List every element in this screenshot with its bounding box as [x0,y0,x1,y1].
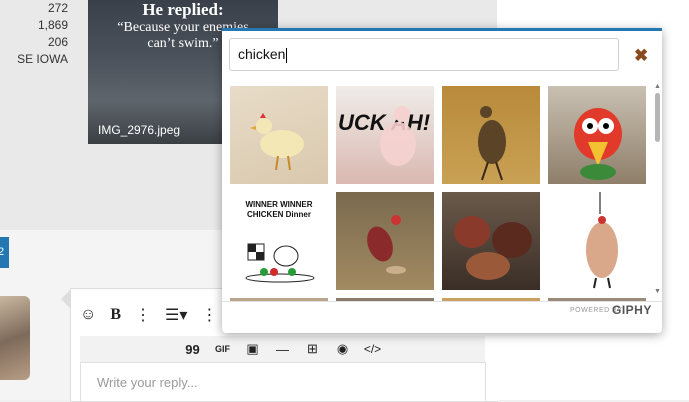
chicken-flock [454,216,532,280]
user-stats: 272 1,869 206 SE IOWA [0,0,68,68]
chicken-figure [574,108,622,180]
list-icon[interactable]: ☰▾ [165,305,187,325]
chicken-figure [250,113,304,171]
editor-toolbar: ☺ B ⋮ ☰▾ ⋮ [80,301,217,329]
stat-value: 1,869 [37,18,68,32]
editor-insert-toolbar: 99 GIF ▣ — ⊞ ◉ </> [80,336,485,362]
more-options-icon[interactable]: ⋮ [201,305,217,325]
scroll-up-icon[interactable]: ▲ [654,83,661,90]
image-filename: IMG_2976.jpeg [98,123,181,137]
code-icon[interactable]: </> [364,342,382,356]
reply-placeholder: Write your reply... [97,375,198,390]
image-caption-line: He replied: [142,0,224,19]
stat-value: 206 [47,35,68,49]
quote-icon[interactable]: 99 [184,342,202,357]
gif-icon[interactable]: GIF [214,344,232,354]
horizontal-line-icon[interactable]: — [274,342,292,357]
gif-search-input[interactable]: chicken [229,38,619,71]
gif-thumbnail[interactable] [548,192,646,290]
stat-value: 272 [47,1,68,15]
emoji-icon[interactable]: ☺ [80,306,96,324]
gif-thumbnail[interactable] [230,86,328,184]
spoiler-icon[interactable]: ◉ [334,341,352,357]
more-options-icon[interactable]: ⋮ [135,305,151,325]
chicken-dinner-drawing [245,243,315,283]
gif-thumbnail[interactable]: UCK AH! [336,86,434,184]
table-icon[interactable]: ⊞ [304,341,322,357]
gif-search-value: chicken [238,46,286,62]
image-icon[interactable]: ▣ [244,341,262,357]
close-icon[interactable]: ✖ [634,46,648,66]
text-cursor [286,47,288,63]
gif-thumbnail[interactable] [442,86,540,184]
gif-thumbnail[interactable] [336,192,434,290]
chicken-figure [380,106,416,166]
bold-icon[interactable]: B [110,306,121,324]
giphy-logo: GIPHY [612,303,652,317]
chicken-figure [367,215,406,274]
page-button[interactable]: 2 [0,237,9,268]
chicken-figure [586,192,618,289]
scroll-down-icon[interactable]: ▼ [654,288,661,295]
avatar[interactable] [0,296,30,380]
gif-thumbnail[interactable] [442,192,540,290]
gif-thumbnail[interactable] [548,86,646,184]
popup-divider [222,301,662,302]
stat-location: SE IOWA [17,52,68,66]
chicken-figure [478,106,506,181]
scrollbar-thumb[interactable] [655,93,660,142]
editor-pointer [61,290,70,308]
gif-thumbnail[interactable]: WINNER WINNER CHICKEN Dinner [230,192,328,290]
